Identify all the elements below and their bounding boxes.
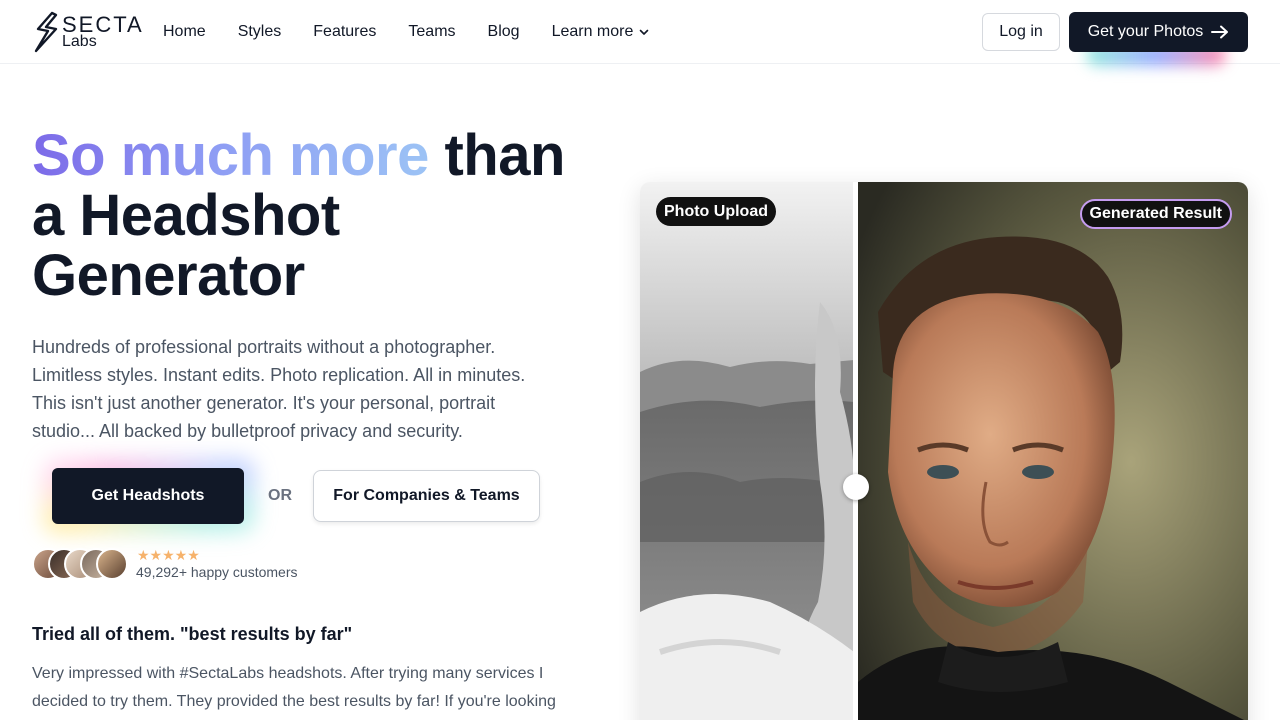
photo-upload-badge: Photo Upload [656,197,776,226]
arrow-right-icon [1211,25,1229,39]
review-body: Very impressed with #SectaLabs headshots… [32,665,556,710]
site-header: SECTA Labs Home Styles Features Teams Bl… [0,0,1280,66]
get-your-photos-button[interactable]: Get your Photos [1069,12,1248,52]
logo-mark-icon [34,11,58,53]
uploaded-photo [640,182,854,720]
customer-avatars [32,548,132,580]
customer-count: 49,292+ happy customers [136,564,298,580]
companies-teams-button[interactable]: For Companies & Teams [313,470,540,522]
nav-learn-more[interactable]: Learn more [552,22,650,42]
get-your-photos-label: Get your Photos [1087,23,1204,40]
hero-title-gradient: So much more [32,123,429,188]
review-title: Tried all of them. "best results by far" [32,624,353,644]
chevron-down-icon [640,29,649,35]
nav-teams[interactable]: Teams [408,22,455,42]
before-after-comparison[interactable]: Photo Upload Generated Result [640,182,1248,720]
rating-stars: ★★★★★ [137,547,200,563]
generated-photo [858,182,1248,720]
nav-learn-more-label: Learn more [551,23,634,40]
comparison-divider [853,182,858,720]
hero-title: So much more than a Headshot Generator [32,126,612,306]
secta-labs-logo[interactable]: SECTA Labs [32,11,142,53]
nav-home[interactable]: Home [163,22,206,42]
nav-blog[interactable]: Blog [488,22,520,42]
comparison-slider-handle[interactable] [843,474,869,500]
hero-subtitle: Hundreds of professional portraits witho… [32,337,526,441]
nav-features[interactable]: Features [313,22,376,42]
main-nav: Home Styles Features Teams Blog Learn mo… [163,0,649,64]
get-headshots-button[interactable]: Get Headshots [52,468,244,524]
logo-text-labs: Labs [62,33,97,50]
generated-result-badge: Generated Result [1079,199,1232,229]
login-button[interactable]: Log in [982,13,1060,51]
or-divider: OR [268,487,292,504]
avatar [96,548,128,580]
page: SECTA Labs Home Styles Features Teams Bl… [0,0,1280,720]
nav-styles[interactable]: Styles [238,22,282,42]
